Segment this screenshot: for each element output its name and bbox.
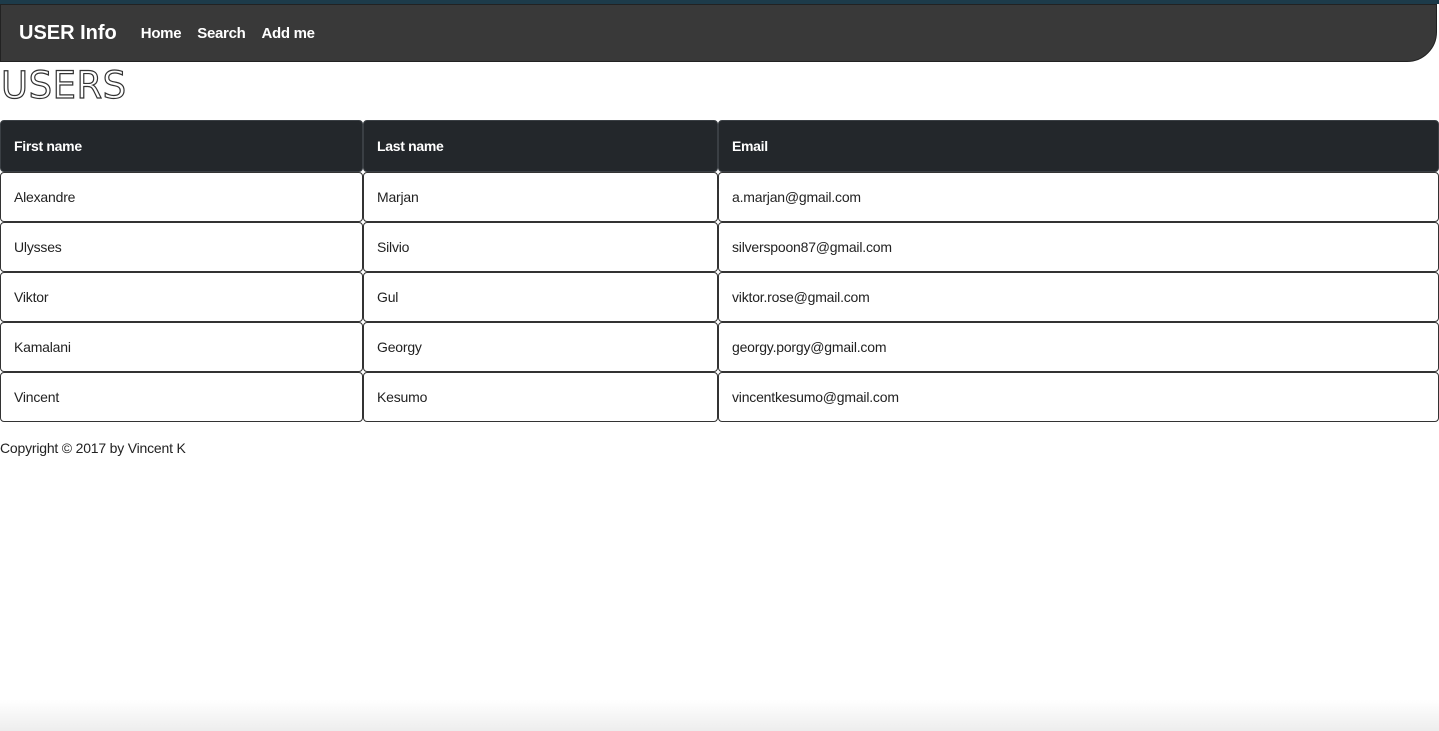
users-table: First name Last name Email Alexandre Mar…	[0, 120, 1439, 422]
cell-first-name: Viktor	[0, 272, 363, 322]
cell-email: georgy.porgy@gmail.com	[718, 322, 1439, 372]
table-row: Kamalani Georgy georgy.porgy@gmail.com	[0, 322, 1439, 372]
header-email: Email	[718, 120, 1439, 172]
table-row: Viktor Gul viktor.rose@gmail.com	[0, 272, 1439, 322]
nav-home-link[interactable]: Home	[141, 25, 182, 42]
table-row: Alexandre Marjan a.marjan@gmail.com	[0, 172, 1439, 222]
navbar: USER Info Home Search Add me	[0, 4, 1437, 62]
cell-email: vincentkesumo@gmail.com	[718, 372, 1439, 422]
table-row: Ulysses Silvio silverspoon87@gmail.com	[0, 222, 1439, 272]
nav-search-link[interactable]: Search	[197, 25, 246, 42]
cell-first-name: Vincent	[0, 372, 363, 422]
brand-link[interactable]: USER Info	[19, 22, 117, 45]
table-row: Vincent Kesumo vincentkesumo@gmail.com	[0, 372, 1439, 422]
page-title: USERS	[0, 63, 127, 107]
copyright-footer: Copyright © 2017 by Vincent K	[0, 440, 186, 456]
cell-first-name: Kamalani	[0, 322, 363, 372]
cell-email: a.marjan@gmail.com	[718, 172, 1439, 222]
cell-last-name: Gul	[363, 272, 718, 322]
cell-email: viktor.rose@gmail.com	[718, 272, 1439, 322]
cell-last-name: Georgy	[363, 322, 718, 372]
cell-first-name: Ulysses	[0, 222, 363, 272]
nav-add-me-link[interactable]: Add me	[262, 25, 316, 42]
bottom-shade	[0, 700, 1439, 731]
table-header-row: First name Last name Email	[0, 120, 1439, 172]
cell-last-name: Silvio	[363, 222, 718, 272]
header-first-name: First name	[0, 120, 363, 172]
cell-last-name: Kesumo	[363, 372, 718, 422]
cell-last-name: Marjan	[363, 172, 718, 222]
cell-first-name: Alexandre	[0, 172, 363, 222]
header-last-name: Last name	[363, 120, 718, 172]
cell-email: silverspoon87@gmail.com	[718, 222, 1439, 272]
